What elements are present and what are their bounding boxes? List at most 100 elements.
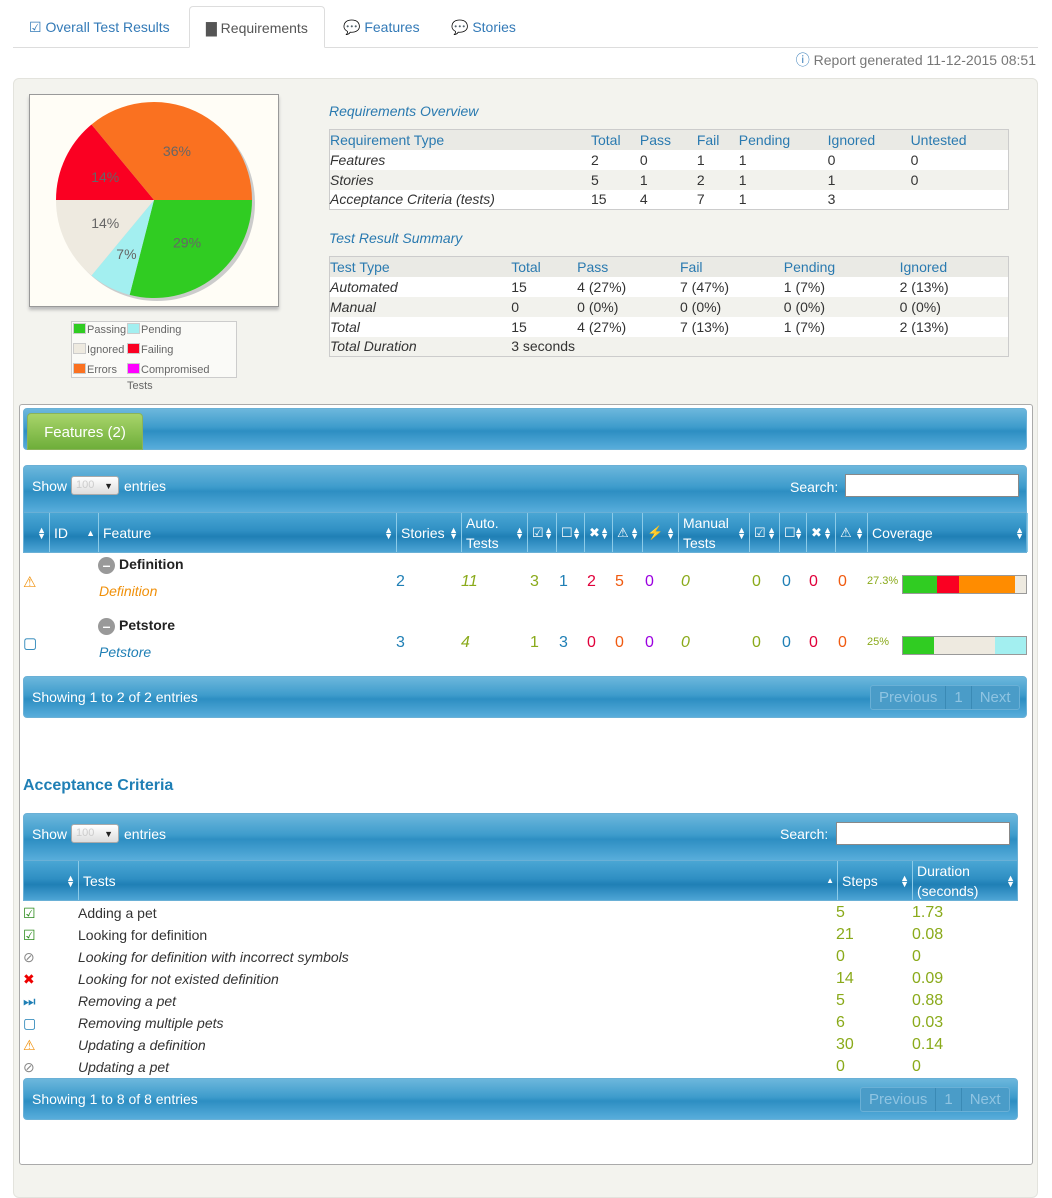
features-search-input[interactable] <box>845 474 1019 497</box>
col-square-icon[interactable]: ☐ ▲ ▼ <box>557 513 585 552</box>
coverage-segment <box>936 576 959 593</box>
feature-link[interactable]: Definition <box>99 583 157 599</box>
table-cell: Total <box>329 316 512 337</box>
previous-button[interactable]: Previous <box>871 686 947 709</box>
col-coverage[interactable]: Coverage ▲ ▼ <box>868 513 1028 552</box>
pie-svg: 29% 7% 14% 14% 36% <box>56 102 255 301</box>
col-check-square-icon[interactable]: ☑ ▲ ▼ <box>528 513 557 552</box>
tab-features[interactable]: 💬 Features <box>327 6 436 48</box>
col-square-icon[interactable]: ☐ ▲ ▼ <box>780 513 807 552</box>
col-duration[interactable]: Duration (seconds) ▲ ▼ <box>913 861 1018 900</box>
column-header: Pending <box>783 256 900 277</box>
table-cell: 0 (0%) <box>577 298 619 315</box>
tab-requirements[interactable]: ▇ Requirements <box>189 6 325 48</box>
col-tests[interactable]: Tests ▲ <box>79 861 838 900</box>
pagination: Previous 1 Next <box>860 1087 1010 1112</box>
acceptance-search-input[interactable] <box>836 822 1010 845</box>
col-manual-tests[interactable]: Manual Tests ▲ ▼ <box>679 513 750 552</box>
table-cell <box>784 337 900 357</box>
sort-icon: ▲ ▼ <box>855 524 864 541</box>
table-cell: 0 <box>511 298 519 315</box>
previous-button[interactable]: Previous <box>861 1088 937 1111</box>
count-m-pending: 0 <box>782 573 791 590</box>
times-circle-icon: ✖ <box>811 524 822 540</box>
table-cell: 15 <box>511 276 578 297</box>
col-warning-icon[interactable]: ⚠ ▲ ▼ <box>613 513 643 552</box>
page-size-select[interactable]: 100 <box>71 476 119 495</box>
table-cell: 7 (13%) <box>679 316 784 337</box>
test-row[interactable]: ⊘ Looking for definition with incorrect s… <box>23 946 1018 968</box>
collapse-icon[interactable]: – <box>98 618 115 635</box>
count-manual: 0 <box>681 573 690 590</box>
test-name[interactable]: Updating a pet <box>78 1056 169 1078</box>
check-square-icon: ☑ <box>23 905 36 921</box>
col-status[interactable]: ▲ ▼ <box>24 513 50 552</box>
test-name[interactable]: Adding a pet <box>78 902 157 924</box>
test-name[interactable]: Removing multiple pets <box>78 1012 224 1034</box>
header-row: Test Type Total Pass Fail Pending Ignored <box>329 256 1009 277</box>
test-duration: 1.73 <box>912 904 944 921</box>
legend-item: Pending <box>127 322 181 340</box>
legend-swatch <box>73 323 86 334</box>
test-row[interactable]: ☑ Looking for definition 21 0.08 <box>23 924 1018 946</box>
count-stories: 3 <box>396 634 405 651</box>
test-duration: 0 <box>912 948 921 965</box>
next-button[interactable]: Next <box>962 1088 1009 1111</box>
col-id[interactable]: ID ▲ <box>50 513 99 552</box>
tab-overall-test-results[interactable]: ☑ Overall Test Results <box>13 6 186 48</box>
test-name[interactable]: Removing a pet <box>78 990 176 1012</box>
comments-icon: 💬 <box>451 19 469 35</box>
test-row[interactable]: ☑ Adding a pet 5 1.73 <box>23 902 1018 924</box>
legend-swatch <box>127 363 140 374</box>
feature-link[interactable]: Petstore <box>99 644 151 660</box>
coverage-segment <box>1014 576 1026 593</box>
page-1-button[interactable]: 1 <box>936 1088 962 1111</box>
test-duration: 0 <box>912 1058 921 1075</box>
col-times-circle-icon[interactable]: ✖ ▲ ▼ <box>807 513 836 552</box>
test-steps: 14 <box>836 970 854 987</box>
collapse-icon[interactable]: – <box>98 557 115 574</box>
col-check-square-icon[interactable]: ☑ ▲ ▼ <box>750 513 780 552</box>
test-row[interactable]: ▢ Removing multiple pets 6 0.03 <box>23 1012 1018 1034</box>
tab-features-list[interactable]: Features (2) <box>27 413 143 450</box>
table-cell: 4 (27%) <box>577 276 680 297</box>
coverage-percent: 25% <box>867 636 890 648</box>
count-pass: 3 <box>530 573 539 590</box>
test-name[interactable]: Looking for not existed definition <box>78 968 279 990</box>
coverage-segment <box>903 576 937 593</box>
col-times-circle-icon[interactable]: ✖ ▲ ▼ <box>585 513 613 552</box>
test-row[interactable]: ⚠ Updating a definition 30 0.14 <box>23 1034 1018 1056</box>
legend-item: Failing <box>127 342 173 360</box>
test-row[interactable]: ⊘ Updating a pet 0 0 <box>23 1056 1018 1078</box>
test-name[interactable]: Looking for definition with incorrect sy… <box>78 946 349 968</box>
next-button[interactable]: Next <box>972 686 1019 709</box>
test-row[interactable]: ✖ Looking for not existed definition 14 0.0… <box>23 968 1018 990</box>
test-duration: 0.03 <box>912 1014 944 1031</box>
pie-label: 7% <box>116 246 136 262</box>
test-row[interactable]: ⏭ Removing a pet 5 0.88 <box>23 990 1018 1012</box>
pie-label: 36% <box>163 143 191 159</box>
col-chain-broken-icon[interactable]: ⚡ ▲ ▼ <box>643 513 679 552</box>
tab-stories[interactable]: 💬 Stories <box>435 6 532 48</box>
test-name[interactable]: Looking for definition <box>78 924 207 946</box>
col-auto-tests[interactable]: Auto. Tests ▲ ▼ <box>462 513 528 552</box>
table-cell: 2 (13%) <box>899 316 1009 337</box>
table-row: Total 15 4 (27%) 7 (13%) 1 (7%) 2 (13%) <box>329 316 1009 337</box>
col-steps[interactable]: Steps ▲ ▼ <box>838 861 913 900</box>
page-1-button[interactable]: 1 <box>946 686 972 709</box>
count-manual: 0 <box>681 634 690 651</box>
test-name[interactable]: Updating a definition <box>78 1034 206 1056</box>
book-icon: ▇ <box>206 20 217 36</box>
col-stories[interactable]: Stories ▲ ▼ <box>397 513 462 552</box>
page-size-select[interactable]: 100 <box>71 824 119 843</box>
col-warning-icon[interactable]: ⚠ ▲ ▼ <box>836 513 868 552</box>
legend-item: Errors <box>73 362 117 380</box>
column-header: Fail <box>679 256 784 277</box>
col-status[interactable]: ▲ ▼ <box>24 861 79 900</box>
table-cell: 2 (13%) <box>899 276 1009 297</box>
sort-icon: ▲ ▼ <box>767 524 776 541</box>
col-feature[interactable]: Feature ▲ ▼ <box>99 513 397 552</box>
sort-icon: ▲ ▼ <box>630 524 639 541</box>
table-cell: 2 <box>696 171 705 188</box>
check-square-icon: ☑ <box>532 524 544 540</box>
